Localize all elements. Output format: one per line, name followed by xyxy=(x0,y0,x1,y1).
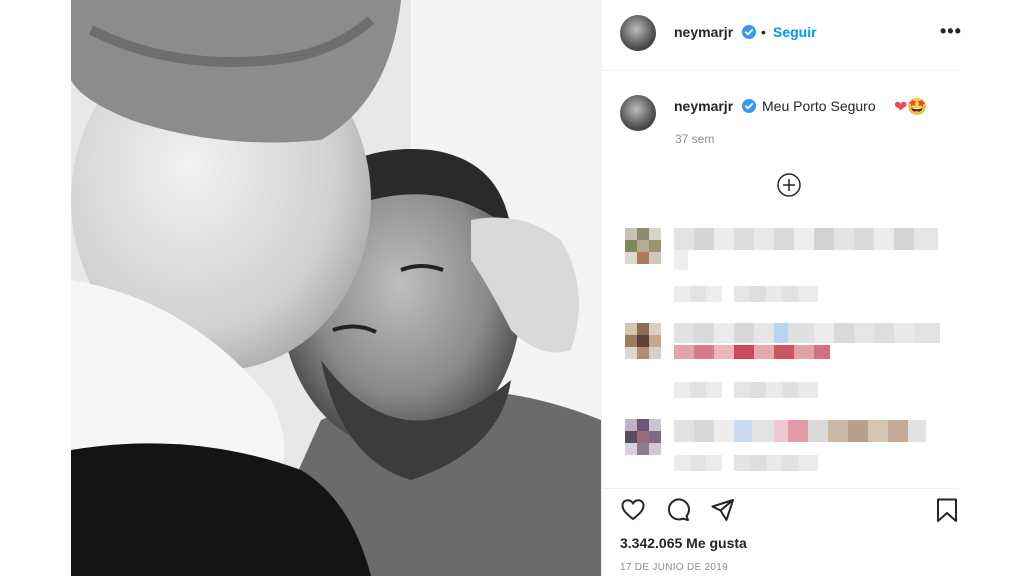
likes-count[interactable]: 3.342.065 Me gusta xyxy=(620,535,747,551)
comment-avatar[interactable] xyxy=(625,419,661,455)
pixelated-comment-meta xyxy=(674,455,818,471)
actions-divider xyxy=(602,488,959,489)
pixelated-comment-meta xyxy=(674,382,818,398)
caption-emojis: ❤🤩 xyxy=(894,99,928,116)
pixelated-comment-text xyxy=(674,323,940,359)
caption-timestamp[interactable]: 37 sem xyxy=(675,132,714,146)
follow-button[interactable]: Seguir xyxy=(773,24,817,40)
post-photo[interactable] xyxy=(71,0,601,576)
caption-avatar[interactable] xyxy=(620,95,656,131)
pixelated-comment-meta xyxy=(674,286,818,302)
pixelated-comment-text xyxy=(674,228,938,270)
verified-badge-icon xyxy=(742,25,756,39)
like-heart-icon[interactable] xyxy=(620,497,646,523)
post-header: neymarjr • Seguir ••• xyxy=(602,0,962,71)
caption-verified-badge-icon xyxy=(742,99,756,113)
caption-username[interactable]: neymarjr xyxy=(674,98,733,114)
pixelated-comment-text xyxy=(674,420,926,442)
comment-avatar[interactable] xyxy=(625,228,661,264)
more-options-icon[interactable]: ••• xyxy=(940,21,962,42)
comment-icon[interactable] xyxy=(665,497,691,523)
save-bookmark-icon[interactable] xyxy=(934,497,960,523)
comment-avatar[interactable] xyxy=(625,323,661,359)
caption-text: Meu Porto Seguro xyxy=(762,98,876,114)
avatar[interactable] xyxy=(620,15,656,51)
post-side-panel: neymarjr • Seguir ••• neymarjr Meu Porto… xyxy=(601,0,962,576)
username-link[interactable]: neymarjr xyxy=(674,24,733,40)
separator-dot: • xyxy=(761,24,766,40)
post-date[interactable]: 17 DE JUNIO DE 2019 xyxy=(620,562,728,573)
load-more-comments-icon[interactable] xyxy=(777,173,801,197)
share-direct-icon[interactable] xyxy=(710,497,736,523)
photo-illustration xyxy=(71,0,601,576)
